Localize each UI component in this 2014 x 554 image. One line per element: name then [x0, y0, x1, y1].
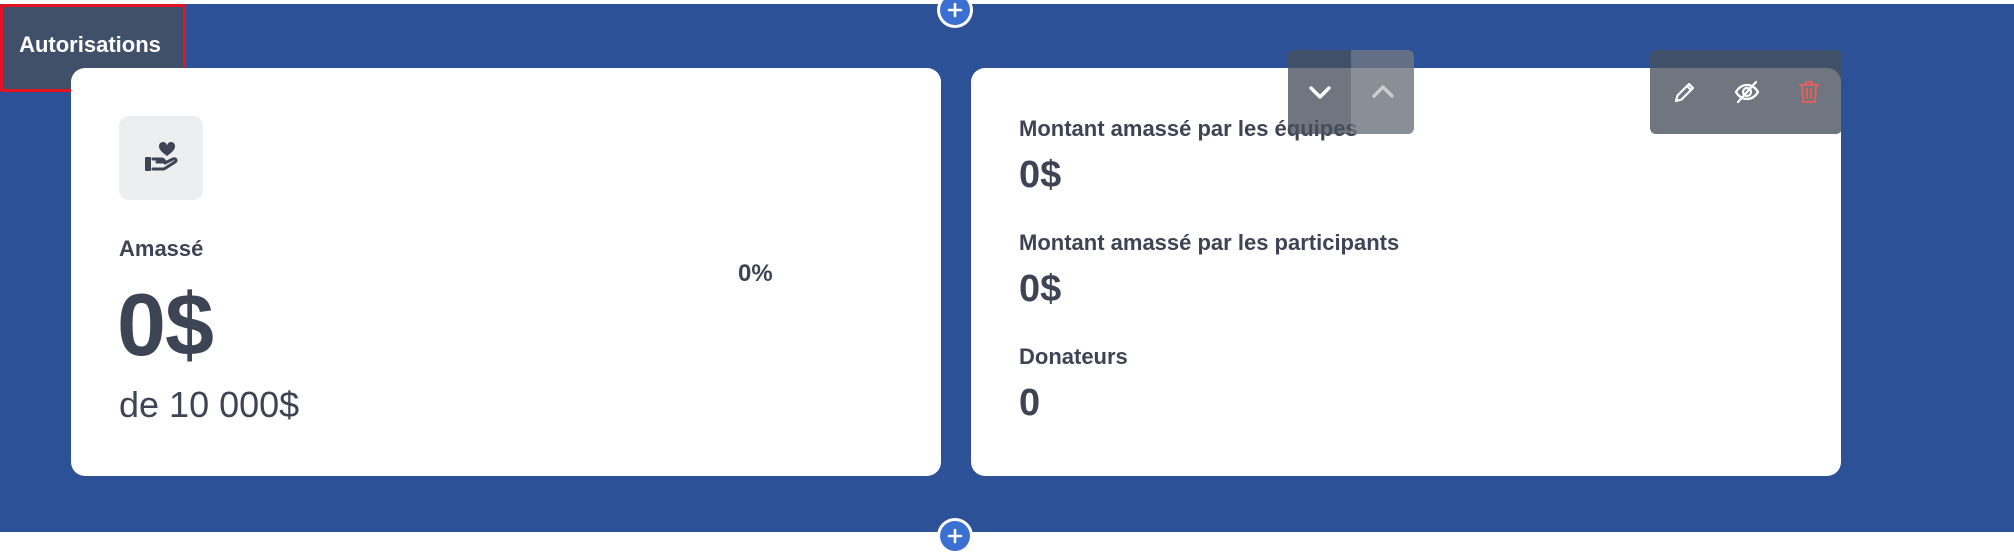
teams-amount-value: 0$ — [1019, 154, 1062, 196]
donors-label: Donateurs — [1019, 344, 1128, 369]
hide-button[interactable] — [1722, 50, 1772, 134]
eye-off-icon — [1734, 80, 1760, 104]
progress-percent: 0% — [738, 260, 773, 287]
pencil-icon — [1674, 82, 1695, 103]
delete-button[interactable] — [1784, 50, 1834, 134]
chevron-down-icon — [1308, 86, 1331, 99]
stats-section: Amassé 0$ de 10 000$ 0% Montant amassé p… — [0, 0, 2014, 554]
edit-button[interactable] — [1660, 50, 1710, 134]
raised-label: Amassé — [119, 236, 204, 261]
raised-amount: 0$ — [117, 275, 214, 374]
chevron-up-icon — [1371, 85, 1394, 98]
goal-text: de 10 000$ — [119, 384, 300, 425]
hand-heart-icon — [119, 116, 203, 200]
plus-icon — [940, 521, 970, 551]
participants-amount-label: Montant amassé par les participants — [1019, 230, 1400, 255]
raised-card: Amassé 0$ de 10 000$ 0% — [71, 68, 941, 476]
block-actions — [1650, 50, 1842, 134]
donors-value: 0 — [1019, 382, 1041, 424]
plus-icon — [940, 0, 970, 25]
move-down-button[interactable] — [1288, 50, 1351, 134]
move-controls — [1288, 50, 1414, 134]
participants-amount-value: 0$ — [1019, 268, 1062, 310]
permissions-button[interactable]: Autorisations — [0, 4, 186, 92]
add-section-button-top[interactable] — [937, 0, 973, 28]
trash-icon — [1799, 81, 1819, 103]
add-section-button-bottom[interactable] — [937, 518, 973, 554]
permissions-label: Autorisations — [19, 32, 161, 57]
move-up-button[interactable] — [1351, 50, 1414, 134]
